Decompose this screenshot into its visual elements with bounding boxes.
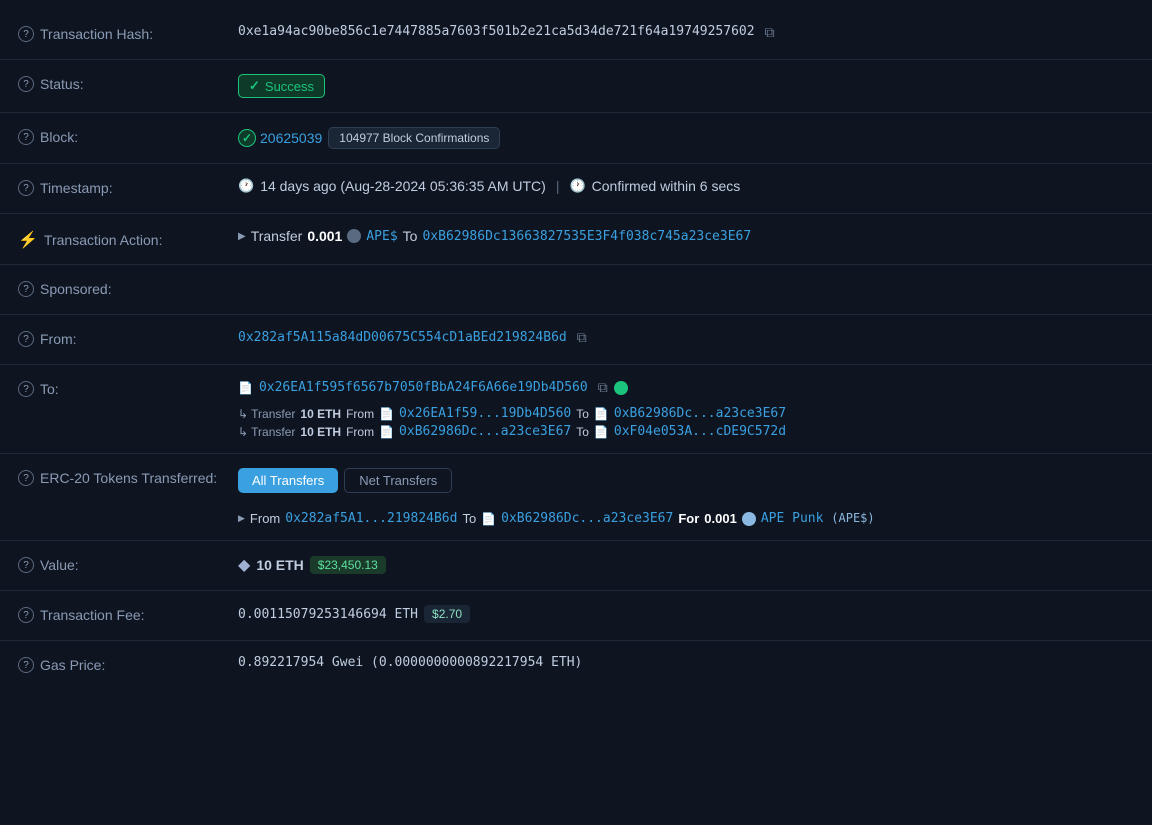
from-address-link[interactable]: 0x282af5A115a84dD00675C554cD1aBEd219824B…	[238, 330, 567, 345]
action-token-icon	[347, 229, 361, 243]
erc20-to-link[interactable]: 0xB62986Dc...a23ce3E67	[501, 511, 673, 526]
hash-value: 0xe1a94ac90be856c1e7447885a7603f501b2e21…	[238, 24, 1134, 41]
to-label: ? To:	[18, 379, 238, 397]
hash-copy-icon[interactable]: ⧉	[765, 24, 775, 41]
transfer1-from-link[interactable]: 0x26EA1f59...19Db4D560	[399, 406, 571, 421]
transfer1-to-icon: 📄	[594, 407, 609, 421]
to-main-address: 📄 0x26EA1f595f6567b7050fBbA24F6A66e19Db4…	[238, 379, 628, 396]
gas-value: 0.892217954 Gwei (0.0000000000892217954 …	[238, 655, 582, 670]
to-value: 📄 0x26EA1f595f6567b7050fBbA24F6A66e19Db4…	[238, 379, 1134, 439]
value-question-icon[interactable]: ?	[18, 557, 34, 573]
gas-question-icon[interactable]: ?	[18, 657, 34, 673]
erc20-from-link[interactable]: 0x282af5A1...219824B6d	[285, 511, 457, 526]
erc20-to-page-icon: 📄	[481, 512, 496, 526]
transfer2-from-link[interactable]: 0xB62986Dc...a23ce3E67	[399, 424, 571, 439]
erc20-row: ? ERC-20 Tokens Transferred: All Transfe…	[0, 454, 1152, 541]
block-label: ? Block:	[18, 127, 238, 145]
action-lightning-icon: ⚡	[18, 230, 38, 250]
hash-row: ? Transaction Hash: 0xe1a94ac90be856c1e7…	[0, 10, 1152, 60]
fee-label: ? Transaction Fee:	[18, 605, 238, 623]
sponsored-row: ? Sponsored:	[0, 265, 1152, 315]
erc20-amount: 0.001	[704, 511, 737, 526]
action-amount: 0.001	[307, 228, 342, 244]
erc20-token-name-link[interactable]: APE Punk (APE$)	[761, 511, 875, 526]
action-row: ⚡ Transaction Action: ▶ Transfer 0.001 A…	[0, 214, 1152, 265]
to-address-link[interactable]: 0x26EA1f595f6567b7050fBbA24F6A66e19Db4D5…	[259, 380, 588, 395]
erc20-question-icon[interactable]: ?	[18, 470, 34, 486]
gas-content: 0.892217954 Gwei (0.0000000000892217954 …	[238, 655, 1134, 670]
to-verified-icon	[614, 381, 628, 395]
separator: |	[556, 178, 560, 194]
value-label: ? Value:	[18, 555, 238, 573]
from-row: ? From: 0x282af5A115a84dD00675C554cD1aBE…	[0, 315, 1152, 365]
transfer2-to-link[interactable]: 0xF04e053A...cDE9C572d	[614, 424, 786, 439]
timestamp-label: ? Timestamp:	[18, 178, 238, 196]
tab-net-transfers[interactable]: Net Transfers	[344, 468, 452, 493]
transfer-action: ▶ Transfer 0.001 APE$ To 0xB62986Dc13663…	[238, 228, 751, 244]
action-token-link[interactable]: APE$	[366, 229, 397, 244]
erc20-transfer-row: ▶ From 0x282af5A1...219824B6d To 📄 0xB62…	[238, 511, 875, 526]
fee-content: 0.00115079253146694 ETH $2.70	[238, 605, 1134, 623]
value-usd-badge: $23,450.13	[310, 556, 386, 574]
from-value: 0x282af5A115a84dD00675C554cD1aBEd219824B…	[238, 329, 1134, 346]
confirmed-clock-icon: 🕐	[569, 178, 585, 194]
transfer2-to-icon: 📄	[594, 425, 609, 439]
erc20-value: All Transfers Net Transfers ▶ From 0x282…	[238, 468, 1134, 526]
eth-diamond-icon: ◆	[238, 555, 250, 575]
fee-eth-amount: 0.00115079253146694 ETH	[238, 607, 418, 622]
transfer-sub-row-1: ↳ Transfer 10 ETH From 📄 0x26EA1f59...19…	[238, 406, 786, 421]
action-to-address-link[interactable]: 0xB62986Dc13663827535E3F4f038c745a23ce3E…	[422, 229, 751, 244]
block-value: 20625039 104977 Block Confirmations	[238, 127, 1134, 149]
action-arrow-icon: ▶	[238, 231, 246, 242]
hash-question-icon[interactable]: ?	[18, 26, 34, 42]
erc20-arrow-icon: ▶	[238, 513, 245, 524]
to-copy-icon[interactable]: ⧉	[598, 379, 608, 396]
status-label: ? Status:	[18, 74, 238, 92]
to-question-icon[interactable]: ?	[18, 381, 34, 397]
sponsored-label: ? Sponsored:	[18, 279, 238, 297]
tab-all-transfers[interactable]: All Transfers	[238, 468, 338, 493]
timestamp-row: ? Timestamp: 🕐 14 days ago (Aug-28-2024 …	[0, 164, 1152, 214]
block-question-icon[interactable]: ?	[18, 129, 34, 145]
value-content: ◆ 10 ETH $23,450.13	[238, 555, 1134, 575]
transfer2-from-icon: 📄	[379, 425, 394, 439]
status-question-icon[interactable]: ?	[18, 76, 34, 92]
sponsored-question-icon[interactable]: ?	[18, 281, 34, 297]
action-value: ▶ Transfer 0.001 APE$ To 0xB62986Dc13663…	[238, 228, 1134, 244]
from-copy-icon[interactable]: ⧉	[577, 329, 587, 346]
from-question-icon[interactable]: ?	[18, 331, 34, 347]
value-eth-amount: 10 ETH	[256, 557, 303, 573]
fee-usd-badge: $2.70	[424, 605, 470, 623]
hash-label: ? Transaction Hash:	[18, 24, 238, 42]
transaction-details: ? Transaction Hash: 0xe1a94ac90be856c1e7…	[0, 0, 1152, 701]
timestamp-clock-icon: 🕐	[238, 178, 254, 194]
status-badge: Success	[238, 74, 325, 98]
erc20-tabs: All Transfers Net Transfers	[238, 468, 452, 493]
gas-label: ? Gas Price:	[18, 655, 238, 673]
erc20-label: ? ERC-20 Tokens Transferred:	[18, 468, 238, 486]
value-row: ? Value: ◆ 10 ETH $23,450.13	[0, 541, 1152, 591]
block-row: ? Block: 20625039 104977 Block Confirmat…	[0, 113, 1152, 164]
block-confirmations-badge: 104977 Block Confirmations	[328, 127, 500, 149]
to-row: ? To: 📄 0x26EA1f595f6567b7050fBbA24F6A66…	[0, 365, 1152, 454]
transfer1-from-icon: 📄	[379, 407, 394, 421]
to-transfers-list: ↳ Transfer 10 ETH From 📄 0x26EA1f59...19…	[238, 406, 786, 439]
hash-text: 0xe1a94ac90be856c1e7447885a7603f501b2e21…	[238, 24, 755, 39]
action-type: Transfer	[251, 228, 303, 244]
to-page-icon: 📄	[238, 381, 253, 395]
timestamp-value: 🕐 14 days ago (Aug-28-2024 05:36:35 AM U…	[238, 178, 1134, 194]
fee-row: ? Transaction Fee: 0.00115079253146694 E…	[0, 591, 1152, 641]
transfer-sub-row-2: ↳ Transfer 10 ETH From 📄 0xB62986Dc...a2…	[238, 424, 786, 439]
status-row: ? Status: Success	[0, 60, 1152, 113]
status-value: Success	[238, 74, 1134, 98]
action-label: ⚡ Transaction Action:	[18, 228, 238, 250]
from-label: ? From:	[18, 329, 238, 347]
gas-row: ? Gas Price: 0.892217954 Gwei (0.0000000…	[0, 641, 1152, 691]
erc20-token-dot	[742, 512, 756, 526]
fee-question-icon[interactable]: ?	[18, 607, 34, 623]
block-number-link[interactable]: 20625039	[238, 129, 322, 147]
transfer1-to-link[interactable]: 0xB62986Dc...a23ce3E67	[614, 406, 786, 421]
timestamp-text: 🕐 14 days ago (Aug-28-2024 05:36:35 AM U…	[238, 178, 740, 194]
timestamp-question-icon[interactable]: ?	[18, 180, 34, 196]
